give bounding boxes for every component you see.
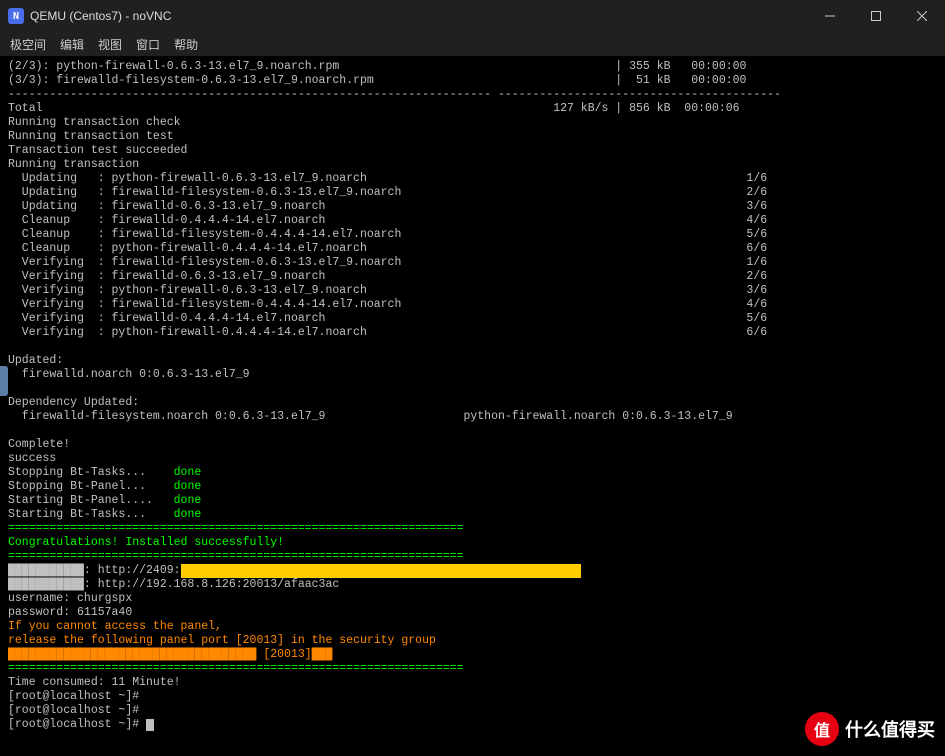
menu-workspace[interactable]: 极空间 <box>10 36 46 53</box>
term-output: Updated: <box>8 354 937 368</box>
term-output: Transaction test succeeded <box>8 144 937 158</box>
redacted-url <box>181 564 581 578</box>
menu-view[interactable]: 视图 <box>98 36 122 53</box>
watermark-icon: 值 <box>805 712 839 746</box>
menu-window[interactable]: 窗口 <box>136 36 160 53</box>
term-output: Stopping Bt-Panel... done <box>8 480 937 494</box>
term-output: release the following panel port [20013]… <box>8 634 937 648</box>
term-output: firewalld-filesystem.noarch 0:0.6.3-13.e… <box>8 410 937 424</box>
term-output: Verifying : python-firewall-0.4.4.4-14.e… <box>8 326 937 340</box>
term-output: ========================================… <box>8 662 937 676</box>
term-output: Congratulations! Installed successfully! <box>8 536 937 550</box>
close-button[interactable] <box>899 0 945 32</box>
term-output: Updating : firewalld-filesystem-0.6.3-13… <box>8 186 937 200</box>
window-controls <box>807 0 945 32</box>
term-output: Starting Bt-Tasks... done <box>8 508 937 522</box>
cursor-icon <box>146 719 154 731</box>
term-output: (2/3): python-firewall-0.6.3-13.el7_9.no… <box>8 60 937 74</box>
term-output: ========================================… <box>8 522 937 536</box>
term-output: Updating : python-firewall-0.6.3-13.el7_… <box>8 172 937 186</box>
menu-help[interactable]: 帮助 <box>174 36 198 53</box>
term-output: Verifying : python-firewall-0.6.3-13.el7… <box>8 284 937 298</box>
term-output: Verifying : firewalld-filesystem-0.4.4.4… <box>8 298 937 312</box>
novnc-side-tab[interactable] <box>0 366 8 396</box>
window-title: QEMU (Centos7) - noVNC <box>30 9 171 23</box>
menubar: 极空间 编辑 视图 窗口 帮助 <box>0 32 945 56</box>
term-output: Time consumed: 11 Minute! <box>8 676 937 690</box>
term-output: Complete! <box>8 438 937 452</box>
titlebar: N QEMU (Centos7) - noVNC <box>0 0 945 32</box>
term-output: Cleanup : python-firewall-0.4.4.4-14.el7… <box>8 242 937 256</box>
term-output: Stopping Bt-Tasks... done <box>8 466 937 480</box>
term-prompt: [root@localhost ~]# <box>8 704 937 718</box>
term-output: firewalld.noarch 0:0.6.3-13.el7_9 <box>8 368 937 382</box>
term-output: success <box>8 452 937 466</box>
term-output: Running transaction check <box>8 116 937 130</box>
menu-edit[interactable]: 编辑 <box>60 36 84 53</box>
term-output: ----------------------------------------… <box>8 88 937 102</box>
term-output: ███████████: http://192.168.8.126:20013/… <box>8 578 937 592</box>
terminal[interactable]: (2/3): python-firewall-0.6.3-13.el7_9.no… <box>0 56 945 756</box>
titlebar-left: N QEMU (Centos7) - noVNC <box>8 8 171 24</box>
term-output: Starting Bt-Panel.... done <box>8 494 937 508</box>
term-output: Running transaction test <box>8 130 937 144</box>
term-output: username: churgspx <box>8 592 937 606</box>
term-output <box>8 340 937 354</box>
term-output: Cleanup : firewalld-0.4.4.4-14.el7.noarc… <box>8 214 937 228</box>
term-output: Cleanup : firewalld-filesystem-0.4.4.4-1… <box>8 228 937 242</box>
term-output: Verifying : firewalld-0.4.4.4-14.el7.noa… <box>8 312 937 326</box>
term-output: password: 61157a40 <box>8 606 937 620</box>
term-output: Verifying : firewalld-0.6.3-13.el7_9.noa… <box>8 270 937 284</box>
minimize-button[interactable] <box>807 0 853 32</box>
term-output: ███████████: http://2409: <box>8 564 937 578</box>
term-output: Dependency Updated: <box>8 396 937 410</box>
term-prompt: [root@localhost ~]# <box>8 690 937 704</box>
maximize-button[interactable] <box>853 0 899 32</box>
term-output: ████████████████████████████████████ [20… <box>8 648 937 662</box>
watermark: 值 什么值得买 <box>805 712 935 746</box>
app-icon: N <box>8 8 24 24</box>
term-output: Verifying : firewalld-filesystem-0.6.3-1… <box>8 256 937 270</box>
term-output: (3/3): firewalld-filesystem-0.6.3-13.el7… <box>8 74 937 88</box>
term-output: If you cannot access the panel, <box>8 620 937 634</box>
term-output: Total 127 kB/s | 856 kB 00:00:06 <box>8 102 937 116</box>
term-output <box>8 382 937 396</box>
term-output: Running transaction <box>8 158 937 172</box>
term-output <box>8 424 937 438</box>
term-output: ========================================… <box>8 550 937 564</box>
term-prompt[interactable]: [root@localhost ~]# <box>8 718 937 732</box>
term-output: Updating : firewalld-0.6.3-13.el7_9.noar… <box>8 200 937 214</box>
watermark-text: 什么值得买 <box>845 716 935 742</box>
